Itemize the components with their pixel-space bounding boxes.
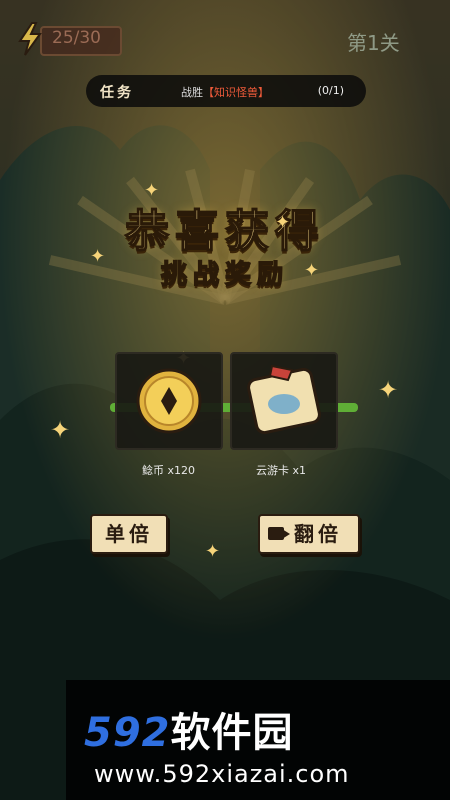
sparkle-icon: ✦ (304, 260, 320, 281)
video-camera-icon (268, 527, 290, 540)
quest-bar: 任务 战胜【知识怪兽】 (0/1) (86, 75, 366, 107)
watermark-brand-number: 592 (84, 710, 171, 756)
reward-subtitle: 挑战奖励 (160, 259, 289, 291)
double-reward-button[interactable]: 翻倍 (258, 514, 360, 554)
coin-icon (136, 368, 202, 434)
quest-progress: (0/1) (317, 84, 344, 97)
watermark-brand-cn: 软件园 (170, 710, 294, 756)
reward-item-coin-label: 鲶币 x120 (142, 464, 196, 477)
energy-counter: 25/30 (18, 22, 122, 56)
sparkle-icon: ✦ (144, 180, 160, 201)
quest-title: 任务 (100, 85, 134, 101)
double-reward-label: 翻倍 (294, 522, 342, 546)
reward-item-scroll-label: 云游卡 x1 (256, 464, 307, 477)
quest-desc-target: 【知识怪兽】 (203, 86, 269, 99)
sparkle-icon: ✦ (50, 416, 71, 444)
single-reward-button[interactable]: 单倍 (90, 514, 168, 554)
watermark-url: www.592xiazai.com (94, 760, 350, 788)
reward-slot-scroll[interactable] (230, 352, 338, 450)
energy-text: 25/30 (52, 28, 101, 48)
sparkle-icon: ✦ (205, 541, 221, 562)
watermark-brand: 592软件园 (84, 700, 294, 758)
quest-desc-prefix: 战胜 (181, 86, 203, 99)
quest-description: 战胜【知识怪兽】 (181, 84, 269, 100)
level-indicator: 第1关 (347, 31, 400, 55)
scroll-icon (247, 364, 321, 435)
reward-title: 恭喜获得 (124, 205, 325, 258)
sparkle-icon: ✦ (90, 246, 106, 267)
reward-slot-coin[interactable] (115, 352, 223, 450)
lightning-icon (18, 22, 42, 56)
sparkle-icon: ✦ (378, 376, 399, 404)
sparkle-icon: ✦ (275, 212, 291, 233)
